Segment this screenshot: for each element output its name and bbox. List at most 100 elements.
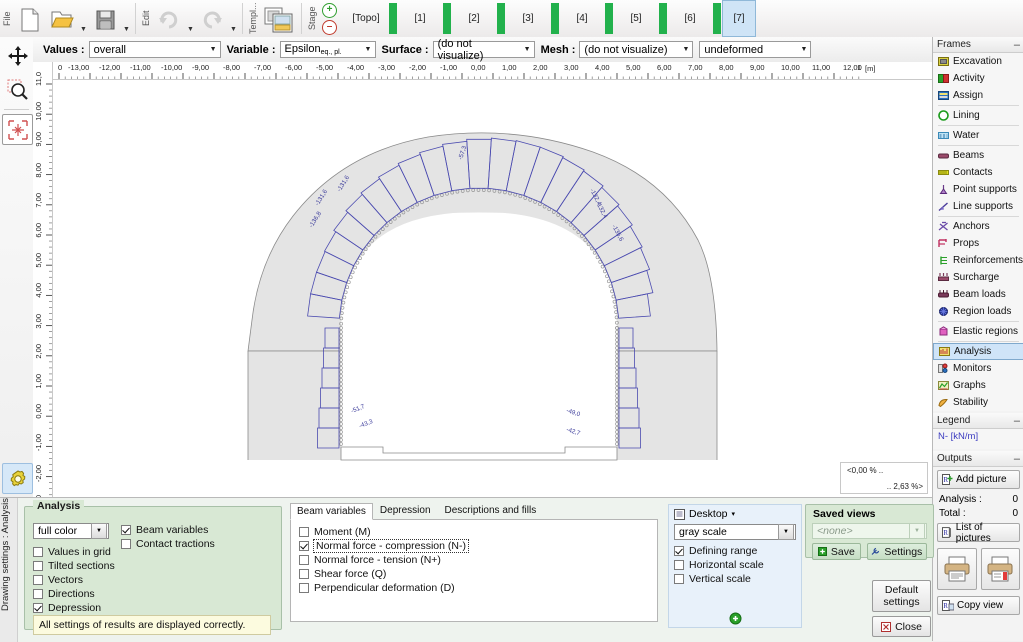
deformation-select[interactable]: undeformed ▼ (699, 41, 812, 58)
analysis-check-vectors[interactable]: Vectors (33, 573, 115, 587)
stage-item: [1] (398, 0, 452, 37)
copy-view-button[interactable]: R Copy view (937, 596, 1020, 615)
drawing-settings-tab[interactable]: Drawing settings : Analysis (0, 498, 18, 642)
zoom-all-button[interactable] (2, 114, 33, 145)
sidebar-item-line-supports[interactable]: Line supports (933, 198, 1023, 215)
stability-icon (938, 397, 949, 408)
open-file-button[interactable] (47, 2, 77, 37)
desktop-check-defining-range[interactable]: Defining range (674, 544, 801, 558)
sidebar-item-props[interactable]: Props (933, 235, 1023, 252)
drawing-canvas[interactable]: -13,00 -12,00 -11,00 -10,00 -9,00 -8,00 -7,00 -… (33, 62, 932, 497)
checkbox-label: Values in grid (48, 546, 111, 558)
desktop-check-vertical-scale[interactable]: Vertical scale (674, 572, 801, 586)
refresh-button[interactable] (669, 612, 801, 625)
tab-depression[interactable]: Depression (373, 502, 438, 519)
analysis-check-directions[interactable]: Directions (33, 587, 115, 601)
add-stage-icon[interactable]: + (322, 2, 337, 18)
sidebar-item-elastic-regions[interactable]: Elastic regions (933, 323, 1023, 340)
sidebar-item-water[interactable]: Water (933, 127, 1023, 144)
close-button[interactable]: Close (872, 616, 931, 637)
beam-variables-panel: Beam variables Depression Descriptions and… (290, 502, 658, 622)
copy-view-icon: R (942, 600, 954, 611)
zoom-window-button[interactable] (2, 74, 33, 105)
analysis-check-values-in-grid[interactable]: Values in grid (33, 545, 115, 559)
sidebar-item-beams[interactable]: Beams (933, 147, 1023, 164)
sidebar-item-excavation[interactable]: Excavation (933, 53, 1023, 70)
saved-views-settings-button[interactable]: Settings (866, 543, 927, 560)
sidebar-item-region-loads[interactable]: Region loads (933, 303, 1023, 320)
analysis-check-contact-tractions[interactable]: Contact tractions (121, 537, 215, 551)
undo-button[interactable] (154, 2, 184, 37)
stage-tab-3[interactable]: [3] (506, 0, 550, 37)
color-mode-value: full color (38, 525, 78, 537)
new-file-button[interactable] (15, 2, 45, 37)
analysis-right-checks: Beam variables Contact tractions (121, 523, 215, 551)
color-mode-select[interactable]: full color ▼ (33, 523, 109, 539)
stage-tab-4[interactable]: [4] (560, 0, 604, 37)
surface-select[interactable]: (do not visualize) ▼ (432, 38, 535, 62)
stage-item: [2] (452, 0, 506, 37)
bottom-panel: Drawing settings : Analysis Analysis ful… (0, 497, 934, 642)
vertical-ruler: 11,0 10,00 9,00 8,00 7,00 6,00 5,00 4,00 3,00 2,0… (33, 62, 53, 497)
checkbox-box (33, 589, 43, 599)
sidebar-item-surcharge[interactable]: Surcharge (933, 269, 1023, 286)
mesh-select[interactable]: (do not visualize) ▼ (579, 41, 694, 58)
list-of-pictures-button[interactable]: R List of pictures (937, 522, 1020, 544)
save-disk-icon (96, 10, 114, 29)
sidebar-item-graphs[interactable]: Graphs (933, 377, 1023, 394)
outputs-minimize-button[interactable]: – (1014, 453, 1020, 464)
stage-bar (497, 3, 505, 34)
analysis-check-tilted-sections[interactable]: Tilted sections (33, 559, 115, 573)
analysis-icon (939, 346, 950, 357)
scale-style-select[interactable]: gray scale ▼ (674, 524, 796, 540)
stage-tab-6[interactable]: [6] (668, 0, 712, 37)
stage-tab-1[interactable]: [1] (398, 0, 442, 37)
templates-button[interactable] (261, 2, 297, 37)
stage-tab-topo[interactable]: [Topo] (344, 0, 388, 37)
sidebar-item-contacts[interactable]: Contacts (933, 164, 1023, 181)
sidebar-item-beam-loads[interactable]: Beam loads (933, 286, 1023, 303)
sidebar-item-reinforcements[interactable]: Reinforcements (933, 252, 1023, 269)
stage-tab-5[interactable]: [5] (614, 0, 658, 37)
beam-variable-normal-force-tension-n[interactable]: Normal force - tension (N+) (299, 553, 657, 567)
desktop-menu[interactable]: Desktop ▾ (669, 505, 801, 520)
beam-variable-moment-m[interactable]: Moment (M) (299, 525, 657, 539)
stage-tab-7[interactable]: [7] (722, 0, 756, 37)
desktop-check-horizontal-scale[interactable]: Horizontal scale (674, 558, 801, 572)
save-file-button[interactable] (90, 2, 120, 37)
drawing-settings-button[interactable] (2, 463, 33, 494)
beam-variable-shear-force-q[interactable]: Shear force (Q) (299, 567, 657, 581)
saved-views-select[interactable]: <none> ▼ (812, 523, 927, 539)
tab-beam-variables[interactable]: Beam variables (290, 503, 373, 520)
ruler-x-label: 7,00 (688, 63, 703, 72)
beam-variable-perpendicular-deformation-d[interactable]: Perpendicular deformation (D) (299, 581, 657, 595)
redo-button[interactable] (197, 2, 227, 37)
print-pdf-button[interactable] (980, 548, 1020, 590)
tunnel-plot[interactable]: -57,3 -131,6 -131,6 -136,8 -132,4 -132,4 -135,… (53, 80, 932, 497)
sidebar-item-anchors[interactable]: Anchors (933, 218, 1023, 235)
analysis-group-title: Analysis (33, 500, 85, 512)
sidebar-item-monitors[interactable]: Monitors (933, 360, 1023, 377)
legend-minimize-button[interactable]: – (1014, 415, 1020, 426)
pan-tool-button[interactable] (2, 40, 33, 71)
values-select[interactable]: overall ▼ (88, 41, 221, 58)
sidebar-item-analysis[interactable]: Analysis (933, 343, 1023, 360)
sidebar-item-stability[interactable]: Stability (933, 394, 1023, 411)
stage-tab-2[interactable]: [2] (452, 0, 496, 37)
add-picture-button[interactable]: R Add picture (937, 470, 1020, 489)
analysis-check-beam-variables[interactable]: Beam variables (121, 523, 215, 537)
sidebar-item-assign[interactable]: Assign (933, 87, 1023, 104)
variable-select[interactable]: Epsiloneq., pl. ▼ (279, 41, 376, 58)
beam-variable-normal-force-compression-n[interactable]: Normal force - compression (N-) (299, 539, 657, 553)
sidebar-item-point-supports[interactable]: Point supports (933, 181, 1023, 198)
default-settings-button[interactable]: Default settings (872, 580, 931, 612)
print-button[interactable] (937, 548, 977, 590)
sidebar-item-lining[interactable]: Lining (933, 107, 1023, 124)
analysis-check-depression[interactable]: Depression (33, 601, 115, 615)
remove-stage-icon[interactable]: – (322, 19, 337, 35)
sidebar-item-activity[interactable]: Activity (933, 70, 1023, 87)
tab-descriptions-and-fills[interactable]: Descriptions and fills (438, 502, 544, 519)
save-view-button[interactable]: Save (812, 543, 861, 560)
legend-entry: N- [kN/m] (933, 429, 1023, 449)
frames-minimize-button[interactable]: – (1014, 39, 1020, 50)
